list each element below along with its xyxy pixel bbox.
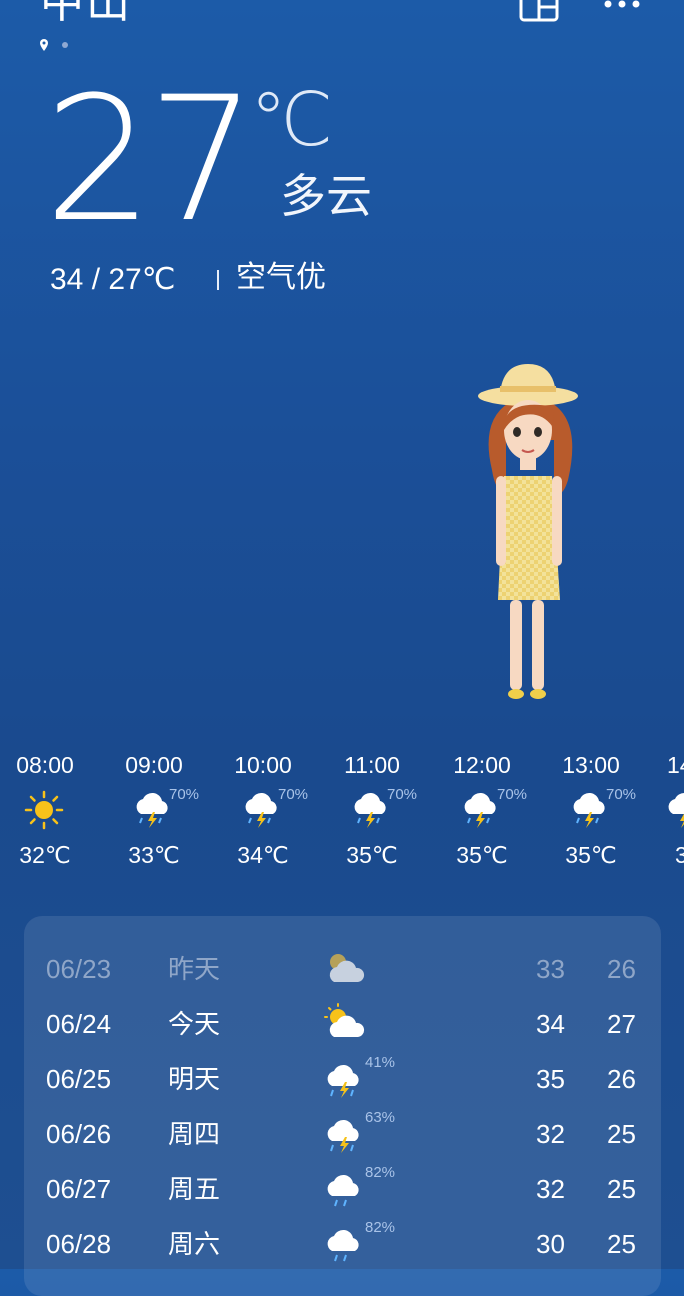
precip-probability: 70% — [606, 786, 637, 803]
daily-high: 32 — [536, 1119, 565, 1149]
hour-time: 08:00 — [16, 752, 74, 778]
hour-time: 14:00 — [667, 752, 684, 778]
daily-day-name: 昨天 — [168, 954, 221, 984]
daily-date: 06/26 — [46, 1119, 112, 1149]
daily-low: 26 — [607, 954, 636, 984]
daily-high: 32 — [536, 1174, 565, 1204]
daily-row[interactable]: 06/26 周四 63% 32 25 — [24, 1105, 661, 1160]
more-menu-icon[interactable] — [600, 0, 644, 14]
hourly-item[interactable]: 09:00 70% 33℃ — [99, 748, 209, 870]
daily-day-name: 明天 — [168, 1064, 221, 1094]
thunderstorm-icon — [136, 792, 168, 828]
precip-probability: 70% — [169, 786, 200, 803]
daily-forecast-card[interactable]: 06/23 昨天 33 26 06/24 今天 34 27 06/25 明天 4… — [24, 916, 661, 1296]
hour-temp: 35℃ — [565, 842, 617, 868]
daily-low: 25 — [607, 1229, 636, 1259]
rain-icon — [327, 1229, 359, 1262]
daily-day-name: 周六 — [168, 1229, 221, 1259]
daily-low: 26 — [607, 1064, 636, 1094]
page-indicator-dot — [62, 42, 68, 48]
daily-row[interactable]: 06/27 周五 82% 32 25 — [24, 1160, 661, 1215]
divider — [217, 270, 219, 290]
daily-high: 33 — [536, 954, 565, 984]
thunderstorm-icon — [327, 1119, 359, 1153]
weather-condition: 多云 — [280, 170, 372, 222]
daily-row[interactable]: 06/24 今天 34 27 — [24, 995, 661, 1050]
partly-cloudy-icon — [324, 1003, 365, 1037]
daily-high: 35 — [536, 1064, 565, 1094]
daily-high: 30 — [536, 1229, 565, 1259]
thunderstorm-icon — [354, 792, 386, 828]
daily-date: 06/27 — [46, 1174, 112, 1204]
hour-time: 11:00 — [344, 752, 400, 778]
thunderstorm-icon — [245, 792, 277, 828]
thunderstorm-icon — [573, 792, 605, 828]
precip-probability: 70% — [387, 786, 418, 803]
hour-time: 12:00 — [453, 752, 511, 778]
rain-icon — [327, 1174, 359, 1207]
hour-temp: 35℃ — [346, 842, 398, 868]
hour-temp: 33℃ — [128, 842, 180, 868]
location-pin-icon — [40, 39, 48, 51]
hourly-item[interactable]: 12:00 70% 35℃ — [427, 748, 537, 870]
daily-date: 06/28 — [46, 1229, 112, 1259]
precip-probability: 70% — [497, 786, 528, 803]
hour-temp: 3 — [675, 842, 684, 868]
thunderstorm-icon — [464, 792, 496, 828]
daily-row[interactable]: 06/28 周六 82% 30 25 — [24, 1215, 661, 1270]
hourly-item[interactable]: 08:00 32℃ — [0, 748, 100, 870]
thunderstorm-icon — [327, 1064, 359, 1098]
hour-temp: 34℃ — [237, 842, 289, 868]
precip-probability: 82% — [365, 1219, 396, 1236]
daily-date: 06/23 — [46, 954, 112, 984]
hour-time: 13:00 — [562, 752, 620, 778]
daily-row[interactable]: 06/25 明天 41% 35 26 — [24, 1050, 661, 1105]
daily-date: 06/24 — [46, 1009, 112, 1039]
daily-day-name: 今天 — [168, 1009, 221, 1039]
daily-row[interactable]: 06/23 昨天 33 26 — [24, 940, 661, 995]
precip-probability: 70% — [278, 786, 309, 803]
weather-avatar-girl[interactable] — [470, 360, 590, 710]
hourly-item[interactable]: 14:00 3 — [645, 748, 684, 870]
partly-cloudy-icon — [329, 954, 365, 982]
hourly-item[interactable]: 13:00 70% 35℃ — [536, 748, 646, 870]
daily-high: 34 — [536, 1009, 565, 1039]
precip-probability: 82% — [365, 1164, 396, 1181]
hour-time: 09:00 — [125, 752, 183, 778]
high-low-temperature: 34 / 27℃ — [50, 263, 176, 296]
daily-low: 27 — [607, 1009, 636, 1039]
current-temperature: 27 — [44, 59, 257, 260]
precip-probability: 41% — [365, 1054, 396, 1071]
air-quality[interactable]: 空气优 — [236, 258, 326, 298]
daily-date: 06/25 — [46, 1064, 112, 1094]
hourly-item[interactable]: 11:00 70% 35℃ — [317, 748, 427, 870]
city-name[interactable]: 中山 — [40, 0, 132, 28]
hour-temp: 32℃ — [19, 842, 71, 868]
hourly-item[interactable]: 10:00 70% 34℃ — [208, 748, 318, 870]
precip-probability: 63% — [365, 1109, 396, 1126]
daily-day-name: 周四 — [168, 1119, 221, 1149]
temperature-unit: ℃ — [250, 78, 334, 161]
daily-low: 25 — [607, 1174, 636, 1204]
hour-temp: 35℃ — [456, 842, 508, 868]
hour-time: 10:00 — [234, 752, 292, 778]
sun-icon — [24, 790, 64, 830]
daily-low: 25 — [607, 1119, 636, 1149]
daily-day-name: 周五 — [168, 1174, 221, 1204]
thunderstorm-icon — [668, 793, 684, 828]
city-manage-icon[interactable] — [518, 0, 560, 22]
